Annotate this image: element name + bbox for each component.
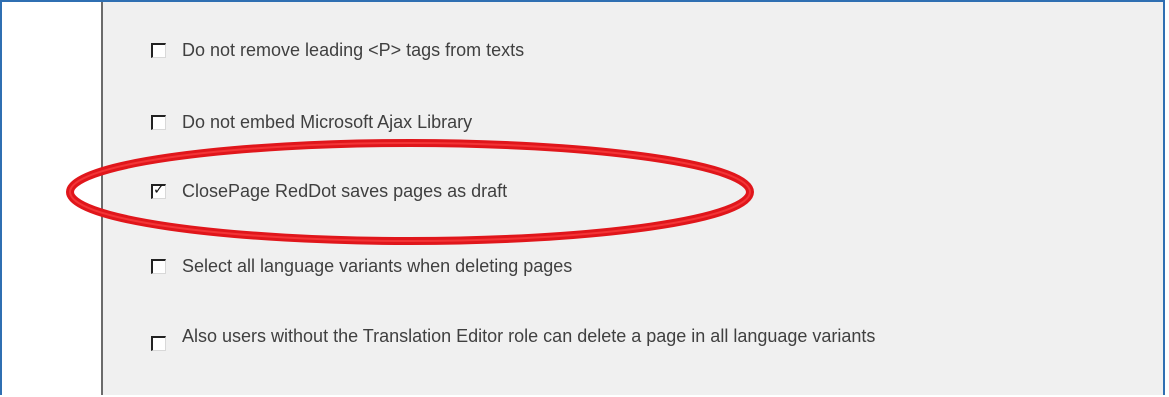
checkbox-no-ajax-library[interactable] — [151, 115, 166, 130]
checkmark-icon: ✓ — [153, 182, 165, 198]
checkbox-closepage-draft[interactable]: ✓ — [151, 182, 166, 199]
checkbox-select-all-variants[interactable] — [151, 259, 166, 274]
option-label: Do not remove leading <P> tags from text… — [182, 40, 525, 60]
option-label: Also users without the Translation Edito… — [182, 325, 876, 346]
left-gutter — [2, 2, 101, 395]
option-closepage-draft[interactable]: ✓ ClosePage RedDot saves pages as draft — [151, 179, 507, 204]
settings-frame: Do not remove leading <P> tags from text… — [0, 0, 1165, 395]
option-keep-p-tags[interactable]: Do not remove leading <P> tags from text… — [151, 38, 524, 63]
option-delete-all-variants[interactable]: Also users without the Translation Edito… — [151, 320, 1062, 351]
option-label: Do not embed Microsoft Ajax Library — [182, 112, 473, 132]
checkbox-keep-p-tags[interactable] — [151, 43, 166, 58]
option-label: Select all language variants when deleti… — [182, 256, 573, 276]
option-no-ajax-library[interactable]: Do not embed Microsoft Ajax Library — [151, 110, 472, 135]
checkbox-delete-all-variants[interactable] — [151, 336, 166, 351]
option-label: ClosePage RedDot saves pages as draft — [182, 181, 508, 201]
option-select-all-variants[interactable]: Select all language variants when deleti… — [151, 254, 572, 279]
options-panel: Do not remove leading <P> tags from text… — [101, 2, 1163, 395]
